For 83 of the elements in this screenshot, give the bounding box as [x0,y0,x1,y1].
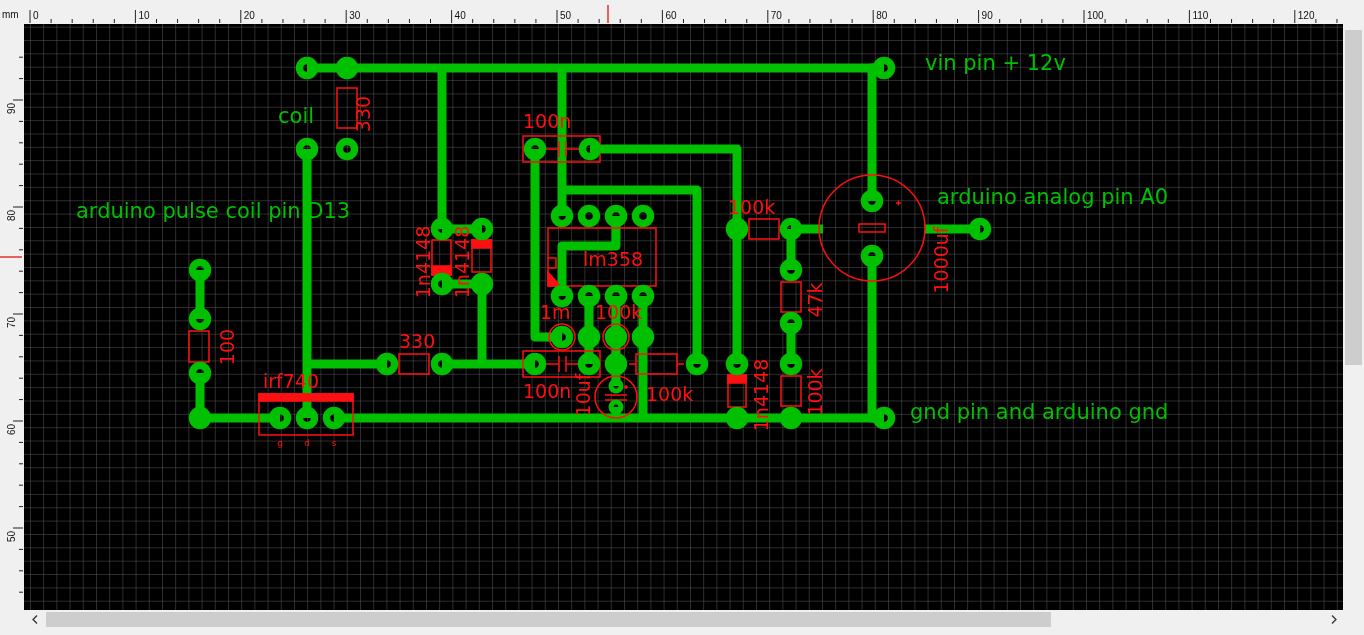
diode-outline [727,374,747,408]
scrollbar-thumb[interactable] [1345,30,1362,365]
pad [604,204,628,228]
pad [608,378,624,394]
pad [268,406,292,430]
vertical-ruler: 90 80 70 60 50 [0,24,24,610]
pad [188,361,212,385]
part-label: 100 [216,328,238,366]
pad [685,352,709,376]
pad [608,399,624,415]
part-label: 330 [352,95,374,133]
part-label: 1n4148 [451,225,473,299]
board-label: arduino analog pin A0 [937,185,1169,209]
pad [779,258,803,282]
resistor-outline [748,218,780,240]
part-label: 47k [804,282,826,318]
part-label: 1n4148 [412,225,434,299]
part-label: 330 [399,330,436,352]
pad [188,258,212,282]
pin-label: s [331,438,337,448]
pad [430,217,454,241]
part-label: 1n4148 [750,358,772,432]
pin-label: d [304,438,310,448]
pad [779,406,803,430]
pin-label: g [277,438,283,448]
part-label: 100n [523,380,572,402]
pad [295,406,319,430]
pad [295,56,319,80]
pad [779,352,803,376]
pad [335,56,359,80]
pad [860,244,884,268]
pad [860,189,884,213]
pad [631,325,655,349]
pad [725,217,749,241]
pad [577,325,601,349]
pad [872,406,896,430]
pad [335,137,359,161]
diode-outline [431,239,452,276]
pad [470,217,494,241]
pad [375,352,399,376]
pad [188,307,212,331]
scroll-left-icon[interactable] [32,615,38,624]
copper-trace [786,323,796,364]
part-label: 100k [646,383,694,405]
pad [725,352,749,376]
resistor-outline [398,353,430,375]
pad [550,204,574,228]
part-label: lm358 [583,248,644,270]
resistor-outline [628,353,685,375]
board-label: vin pin + 12v [925,51,1066,75]
pad [430,352,454,376]
part-label: 100k [804,368,826,416]
pad [523,137,547,161]
scroll-right-icon[interactable] [1331,615,1337,624]
pad [523,352,547,376]
diode-outline [471,239,492,273]
pad [779,217,803,241]
resistor-outline [780,281,802,313]
pad [470,272,494,296]
pad [322,406,346,430]
pad [577,204,601,228]
pad [604,352,628,376]
pad [872,56,896,80]
pad [430,272,454,296]
pad [968,217,992,241]
scrollbar-thumb[interactable] [46,612,1051,627]
horizontal-ruler: 0 10 20 30 40 50 60 70 80 90 100 110 120 [24,0,1343,24]
board-label: gnd pin and arduino gnd [910,400,1169,424]
resistor-outline [780,375,802,407]
board-label: coil [278,104,315,128]
ruler-unit: mm [2,9,19,20]
part-label: 1000uf [930,226,952,294]
part-label: 1m [540,301,571,323]
pad [188,406,212,430]
resistor-outline [336,87,358,129]
resistor-outline [188,330,210,363]
pad [578,137,602,161]
pad [725,406,749,430]
pad [631,204,655,228]
copper-trace [195,270,205,319]
part-label: 10uf [572,373,594,417]
pad [779,311,803,335]
pad [295,137,319,161]
